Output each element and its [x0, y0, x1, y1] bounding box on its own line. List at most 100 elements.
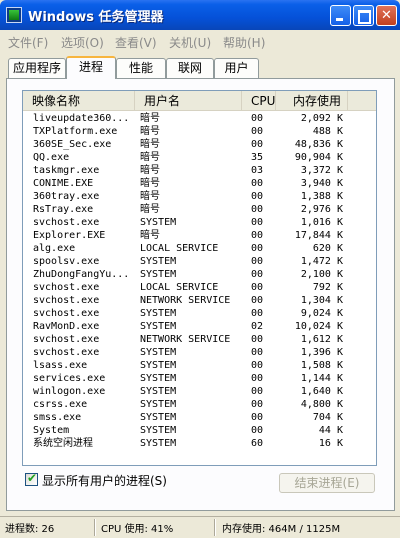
process-memory: 2,976 K — [300, 204, 343, 215]
tab-applications[interactable]: 应用程序 — [8, 58, 66, 78]
checkmark-icon: ✔ — [27, 471, 38, 485]
process-cpu: 00 — [251, 347, 264, 358]
process-cpu: 00 — [251, 334, 264, 345]
process-name: 360SE_Sec.exe — [33, 139, 112, 150]
status-process-count: 进程数: 26 — [5, 524, 55, 535]
process-row[interactable]: smss.exe SYSTEM 00 704 K — [23, 411, 376, 424]
maximize-button[interactable] — [353, 5, 374, 26]
process-name: QQ.exe — [33, 152, 70, 163]
process-row[interactable]: svchost.exe NETWORK SERVICE 00 1,304 K — [23, 294, 376, 307]
task-manager-icon — [6, 7, 22, 23]
process-row[interactable]: QQ.exe 暗号 35 90,904 K — [23, 151, 376, 164]
process-name: svchost.exe — [33, 347, 100, 358]
process-row[interactable]: svchost.exe LOCAL SERVICE 00 792 K — [23, 281, 376, 294]
status-cpu-usage: CPU 使用: 41% — [101, 524, 174, 535]
process-cpu: 00 — [251, 191, 264, 202]
process-row[interactable]: svchost.exe SYSTEM 00 9,024 K — [23, 307, 376, 320]
process-name: 360tray.exe — [33, 191, 100, 202]
process-user: 暗号 — [140, 113, 160, 124]
list-header: 映像名称 用户名 CPU 内存使用 — [23, 91, 376, 111]
process-row[interactable]: CONIME.EXE 暗号 00 3,940 K — [23, 177, 376, 190]
process-memory: 1,304 K — [300, 295, 343, 306]
process-name: RavMonD.exe — [33, 321, 100, 332]
show-all-users-checkbox[interactable]: ✔ — [25, 471, 38, 486]
process-row[interactable]: svchost.exe NETWORK SERVICE 00 1,612 K — [23, 333, 376, 346]
tab-users[interactable]: 用户 — [214, 58, 259, 78]
process-cpu: 35 — [251, 152, 264, 163]
process-row[interactable]: svchost.exe SYSTEM 00 1,016 K — [23, 216, 376, 229]
process-cpu: 60 — [251, 438, 264, 449]
process-name: services.exe — [33, 373, 106, 384]
process-user: LOCAL SERVICE — [140, 243, 219, 254]
column-header-name[interactable]: 映像名称 — [23, 91, 135, 111]
menu-help[interactable]: 帮助(H) — [223, 34, 265, 51]
process-memory: 1,640 K — [300, 386, 343, 397]
close-button[interactable]: ✕ — [376, 5, 397, 26]
process-user: SYSTEM — [140, 386, 177, 397]
process-memory: 17,844 K — [294, 230, 343, 241]
menu-shutdown[interactable]: 关机(U) — [169, 34, 211, 51]
process-row[interactable]: RsTray.exe 暗号 00 2,976 K — [23, 203, 376, 216]
process-cpu: 00 — [251, 178, 264, 189]
process-name: spoolsv.exe — [33, 256, 100, 267]
process-row[interactable]: ZhuDongFangYu... SYSTEM 00 2,100 K — [23, 268, 376, 281]
menu-bar: 文件(F) 选项(O) 查看(V) 关机(U) 帮助(H) — [0, 30, 400, 52]
process-list[interactable]: 映像名称 用户名 CPU 内存使用 liveupdate360... 暗号 00 2,… — [22, 90, 377, 466]
process-memory: 2,092 K — [300, 113, 343, 124]
process-user: SYSTEM — [140, 412, 177, 423]
process-row[interactable]: svchost.exe SYSTEM 00 1,396 K — [23, 346, 376, 359]
process-user: SYSTEM — [140, 347, 177, 358]
process-name: csrss.exe — [33, 399, 88, 410]
process-user: SYSTEM — [140, 217, 177, 228]
process-memory: 9,024 K — [300, 308, 343, 319]
process-user: SYSTEM — [140, 373, 177, 384]
process-row[interactable]: lsass.exe SYSTEM 00 1,508 K — [23, 359, 376, 372]
process-row[interactable]: liveupdate360... 暗号 00 2,092 K — [23, 112, 376, 125]
process-row[interactable]: RavMonD.exe SYSTEM 02 10,024 K — [23, 320, 376, 333]
process-name: Explorer.EXE — [33, 230, 106, 241]
process-row[interactable]: 360SE_Sec.exe 暗号 00 48,836 K — [23, 138, 376, 151]
process-user: 暗号 — [140, 230, 160, 241]
tab-performance[interactable]: 性能 — [116, 58, 166, 78]
menu-options[interactable]: 选项(O) — [61, 34, 104, 51]
process-cpu: 00 — [251, 113, 264, 124]
tab-processes[interactable]: 进程 — [66, 56, 116, 79]
process-user: 暗号 — [140, 165, 160, 176]
process-cpu: 00 — [251, 230, 264, 241]
end-process-button[interactable]: 结束进程(E) — [279, 473, 375, 493]
process-user: NETWORK SERVICE — [140, 334, 231, 345]
process-rows: liveupdate360... 暗号 00 2,092 K TXPlatform.ex… — [23, 112, 376, 450]
process-row[interactable]: services.exe SYSTEM 00 1,144 K — [23, 372, 376, 385]
process-row[interactable]: Explorer.EXE 暗号 00 17,844 K — [23, 229, 376, 242]
process-row[interactable]: alg.exe LOCAL SERVICE 00 620 K — [23, 242, 376, 255]
process-cpu: 00 — [251, 243, 264, 254]
process-cpu: 00 — [251, 126, 264, 137]
process-cpu: 00 — [251, 139, 264, 150]
process-row[interactable]: csrss.exe SYSTEM 00 4,800 K — [23, 398, 376, 411]
process-row[interactable]: taskmgr.exe 暗号 03 3,372 K — [23, 164, 376, 177]
column-header-cpu[interactable]: CPU — [242, 91, 276, 111]
tab-networking[interactable]: 联网 — [166, 58, 214, 78]
process-row[interactable]: winlogon.exe SYSTEM 00 1,640 K — [23, 385, 376, 398]
process-cpu: 00 — [251, 308, 264, 319]
process-user: SYSTEM — [140, 321, 177, 332]
process-name: alg.exe — [33, 243, 76, 254]
minimize-button[interactable] — [330, 5, 351, 26]
process-name: lsass.exe — [33, 360, 88, 371]
process-row[interactable]: 360tray.exe 暗号 00 1,388 K — [23, 190, 376, 203]
process-cpu: 00 — [251, 256, 264, 267]
menu-view[interactable]: 查看(V) — [115, 34, 157, 51]
process-row[interactable]: spoolsv.exe SYSTEM 00 1,472 K — [23, 255, 376, 268]
process-memory: 4,800 K — [300, 399, 343, 410]
process-row[interactable]: 系统空闲进程 SYSTEM 60 16 K — [23, 437, 376, 450]
process-name: svchost.exe — [33, 282, 100, 293]
process-user: SYSTEM — [140, 360, 177, 371]
process-row[interactable]: TXPlatform.exe 暗号 00 488 K — [23, 125, 376, 138]
process-row[interactable]: System SYSTEM 00 44 K — [23, 424, 376, 437]
column-header-memory[interactable]: 内存使用 — [276, 91, 348, 111]
process-cpu: 00 — [251, 373, 264, 384]
menu-file[interactable]: 文件(F) — [8, 34, 48, 51]
process-user: SYSTEM — [140, 269, 177, 280]
process-memory: 3,372 K — [300, 165, 343, 176]
column-header-user[interactable]: 用户名 — [135, 91, 242, 111]
